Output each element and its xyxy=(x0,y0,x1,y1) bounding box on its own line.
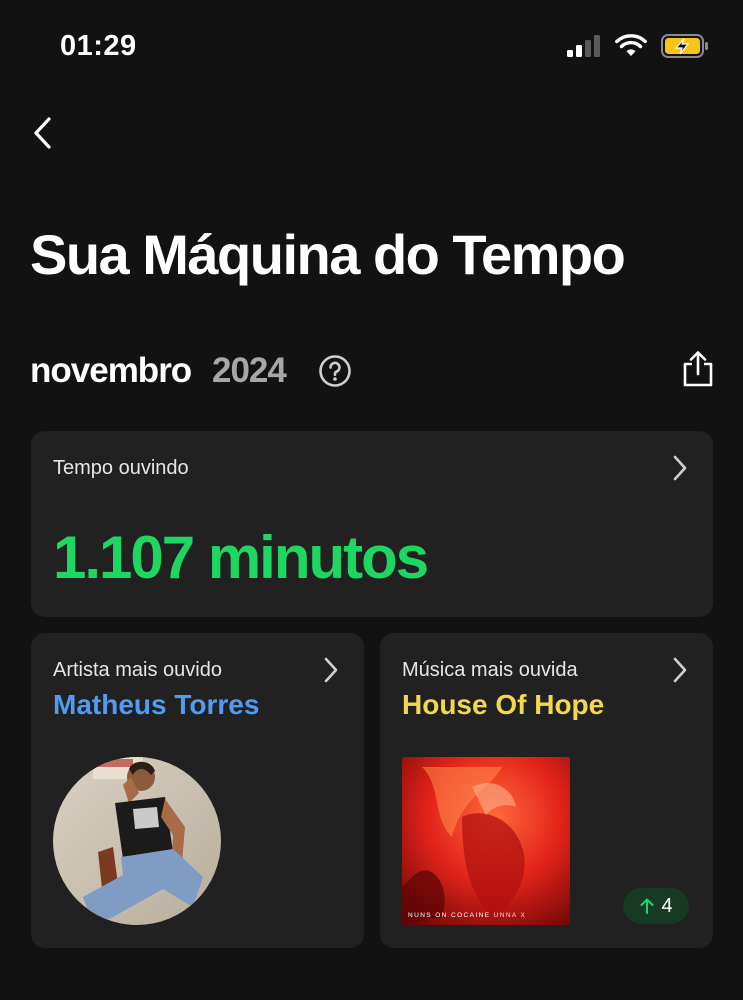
cellular-signal-icon xyxy=(567,35,600,57)
top-song-label: Música mais ouvida xyxy=(402,659,578,681)
listening-time-value: 1.107 minutos xyxy=(53,524,429,591)
period-row: novembro 2024 xyxy=(30,348,715,396)
share-icon[interactable] xyxy=(681,350,715,388)
top-song-card[interactable]: Música mais ouvida House Of Hope NUNS ON… xyxy=(380,633,713,948)
top-artist-label: Artista mais ouvido xyxy=(53,659,222,681)
status-icons xyxy=(567,34,709,58)
album-cover-artist: UNNA X xyxy=(493,912,527,919)
chevron-right-icon xyxy=(324,657,338,683)
listening-time-label: Tempo ouvindo xyxy=(53,457,189,479)
listening-time-card[interactable]: Tempo ouvindo 1.107 minutos xyxy=(31,431,713,617)
status-time: 01:29 xyxy=(60,30,137,62)
question-circle-icon[interactable] xyxy=(318,354,352,388)
album-cover: NUNS ON COCAINE UNNA X xyxy=(402,757,570,925)
chevron-right-icon xyxy=(673,455,687,481)
arrow-up-icon xyxy=(640,898,654,914)
top-artist-card[interactable]: Artista mais ouvido Matheus Torres xyxy=(31,633,364,948)
period-month: novembro xyxy=(30,351,192,390)
artist-avatar xyxy=(53,757,221,925)
chevron-right-icon xyxy=(673,657,687,683)
rank-change-value: 4 xyxy=(661,894,673,917)
battery-charging-icon xyxy=(661,34,708,58)
album-cover-text: NUNS ON COCAINE UNNA X xyxy=(408,912,526,919)
period-year: 2024 xyxy=(212,351,287,390)
back-button[interactable] xyxy=(22,112,62,154)
page-title: Sua Máquina do Tempo xyxy=(30,223,626,286)
wifi-icon xyxy=(615,34,647,56)
top-song-name: House Of Hope xyxy=(402,689,605,720)
top-artist-name: Matheus Torres xyxy=(53,689,260,720)
album-cover-title: NUNS ON COCAINE xyxy=(408,912,491,919)
status-bar: 01:29 xyxy=(0,0,743,95)
chevron-left-icon xyxy=(34,117,51,149)
rank-change-badge: 4 xyxy=(623,888,689,924)
